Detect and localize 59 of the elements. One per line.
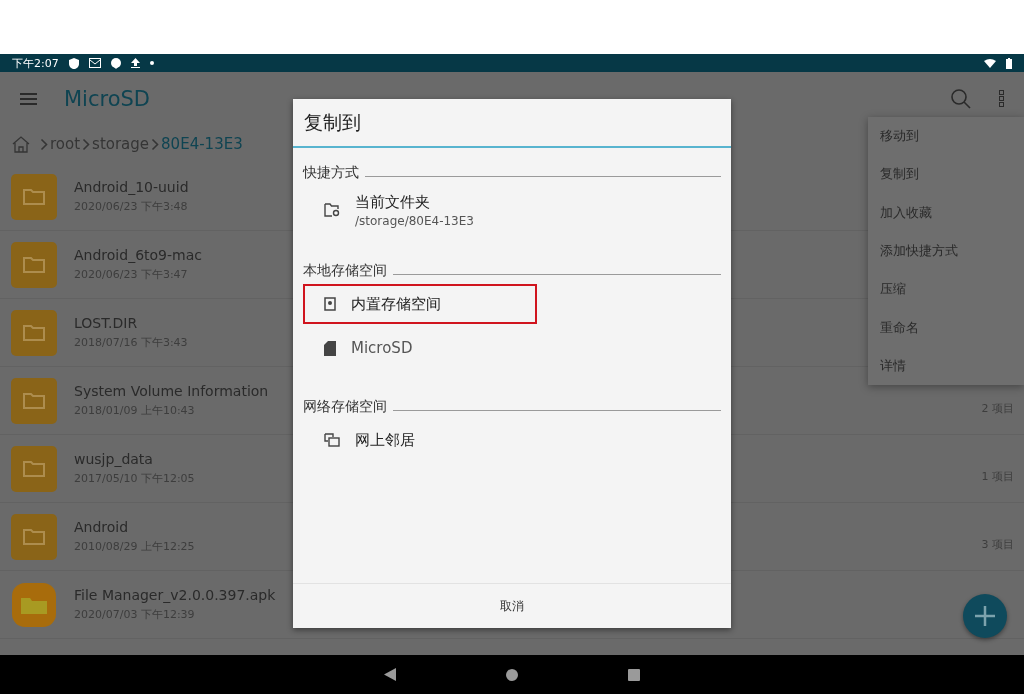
search-icon[interactable] — [951, 88, 971, 109]
menu-item[interactable]: 复制到 — [868, 155, 1024, 194]
home-circle-icon[interactable] — [506, 668, 518, 681]
folder-icon — [11, 377, 57, 424]
upload-icon — [130, 58, 140, 68]
app-icon — [11, 581, 57, 628]
storage-icon — [324, 297, 336, 311]
menu-item[interactable]: 压缩 — [868, 270, 1024, 309]
recents-icon[interactable] — [628, 668, 640, 681]
file-name: File Manager_v2.0.0.397.apk — [74, 587, 276, 603]
status-time: 下午2:07 — [12, 55, 59, 71]
shield-icon — [68, 57, 79, 69]
menu-item[interactable]: 添加快捷方式 — [868, 231, 1024, 271]
file-name: Android_10-uuid — [74, 179, 189, 195]
file-name: wusjp_data — [74, 451, 153, 467]
back-icon[interactable] — [384, 668, 396, 681]
folder-icon — [11, 513, 57, 560]
location-label: 网上邻居 — [355, 430, 415, 450]
chevron-icon — [40, 137, 48, 151]
sd-card-icon — [324, 340, 336, 356]
location-label: MicroSD — [351, 339, 413, 357]
folder-icon — [11, 309, 57, 356]
plus-icon — [975, 606, 995, 626]
file-name: System Volume Information — [74, 383, 269, 399]
dot-icon — [149, 61, 154, 65]
location-label: 内置存储空间 — [351, 294, 441, 314]
file-name: Android — [74, 519, 129, 535]
menu-item[interactable]: 详情 — [868, 346, 1024, 385]
menu-item[interactable]: 移动到 — [868, 117, 1024, 156]
battery-icon — [1006, 57, 1012, 69]
location-item[interactable]: 网上邻居 — [303, 420, 537, 460]
section-heading: 网络存储空间 — [303, 398, 387, 416]
more-icon[interactable] — [999, 90, 1004, 107]
file-name: Android_6to9-mac — [74, 247, 202, 263]
cancel-button[interactable]: 取消 — [480, 589, 544, 623]
chat-icon — [110, 57, 121, 69]
folder-icon — [11, 445, 57, 492]
file-name: LOST.DIR — [74, 315, 138, 331]
location-path: /storage/80E4-13E3 — [355, 213, 474, 228]
folder-icon — [11, 173, 57, 220]
mail-icon — [88, 58, 101, 68]
location-item[interactable]: 内置存储空间 — [303, 284, 537, 324]
section-heading: 快捷方式 — [303, 164, 359, 182]
location-item[interactable]: 当前文件夹 /storage/80E4-13E3 — [303, 188, 537, 232]
menu-item[interactable]: 重命名 — [868, 308, 1024, 347]
breadcrumb-item[interactable]: 80E4-13E3 — [161, 135, 243, 153]
wifi-icon — [984, 58, 996, 68]
location-label: 当前文件夹 — [355, 192, 431, 212]
network-icon — [324, 433, 340, 447]
chevron-icon — [82, 137, 91, 151]
section-heading: 本地存储空间 — [303, 262, 387, 280]
folder-settings-icon — [324, 203, 340, 217]
menu-icon[interactable] — [20, 92, 37, 105]
dialog-title: 复制到 — [293, 99, 731, 148]
home-icon[interactable] — [12, 135, 30, 153]
app-title: MicroSD — [64, 86, 152, 111]
menu-item[interactable]: 加入收藏 — [868, 193, 1024, 232]
chevron-icon — [151, 137, 160, 151]
folder-icon — [11, 241, 57, 288]
